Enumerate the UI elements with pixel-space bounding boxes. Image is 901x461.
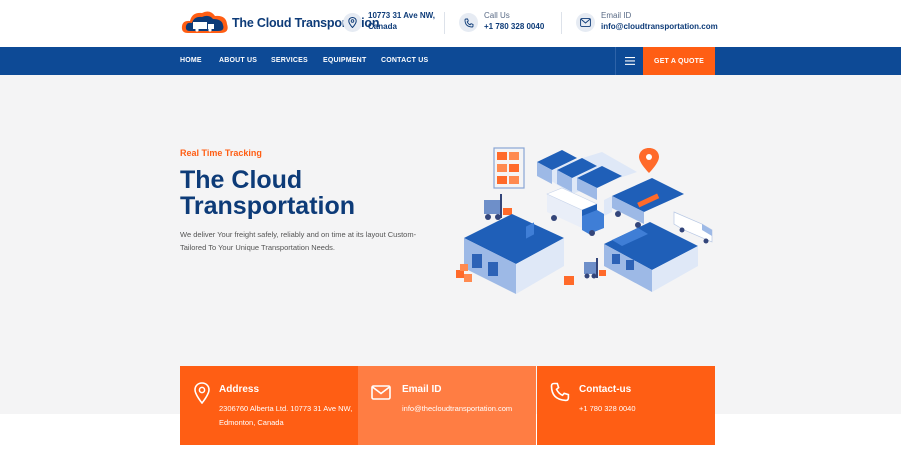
cloud-truck-logo-icon	[180, 9, 230, 37]
truck-icon	[604, 178, 684, 228]
contact-card-title: Email ID	[402, 384, 442, 395]
contact-card-detail[interactable]: +1 780 328 0040	[579, 402, 714, 416]
phone-icon	[459, 13, 478, 32]
warehouse-icon	[604, 222, 698, 292]
address-line-1: 10773 31 Ave NW,	[368, 11, 436, 20]
address-line-2: Canada	[368, 21, 397, 31]
contact-card-detail[interactable]: info@thecloudtransportation.com	[402, 402, 537, 416]
nav-item-home[interactable]: HOME	[180, 57, 202, 64]
contact-card-address: Address 2306760 Alberta Ltd. 10773 31 Av…	[180, 366, 358, 445]
hero-section: Real Time Tracking The Cloud Transportat…	[0, 75, 901, 414]
contact-card-title: Address	[219, 384, 260, 395]
hamburger-icon	[624, 57, 635, 65]
call-label: Call Us	[484, 11, 510, 20]
location-pin-icon	[639, 148, 659, 173]
forklift-icon	[584, 258, 606, 279]
envelope-icon	[371, 385, 391, 405]
phone-icon	[550, 382, 570, 407]
top-header: The Cloud Transportation 10773 31 Ave NW…	[0, 0, 901, 47]
envelope-icon	[576, 13, 595, 32]
email-label: Email ID	[601, 11, 632, 20]
get-a-quote-button[interactable]: GET A QUOTE	[643, 47, 715, 75]
divider	[444, 12, 445, 34]
nav-item-equipment[interactable]: EQUIPMENT	[323, 57, 366, 64]
call-value[interactable]: +1 780 328 0040	[484, 22, 544, 33]
warehouse-icon	[464, 214, 564, 294]
email-value[interactable]: info@cloudtransportation.com	[601, 22, 718, 33]
contact-card-email: Email ID info@thecloudtransportation.com	[358, 366, 536, 445]
hamburger-menu-button[interactable]	[615, 47, 643, 75]
nav-item-contact-us[interactable]: CONTACT US	[381, 57, 428, 64]
header-call: Call Us +1 780 328 0040	[459, 11, 544, 32]
warehouse-shelf-icon	[493, 147, 525, 189]
contact-card-title: Contact-us	[579, 384, 632, 395]
hero-title: The Cloud Transportation	[180, 166, 356, 220]
contact-card-phone: Contact-us +1 780 328 0040	[537, 366, 715, 445]
map-pin-icon	[343, 13, 362, 32]
header-email: Email ID info@cloudtransportation.com	[576, 11, 718, 32]
nav-item-services[interactable]: SERVICES	[271, 57, 308, 64]
map-pin-icon	[193, 382, 211, 409]
hero-description: We deliver Your freight safely, reliably…	[180, 230, 417, 252]
logistics-illustration	[456, 147, 713, 294]
contact-card-detail: 2306760 Alberta Ltd. 10773 31 Ave NW, Ed…	[219, 404, 353, 427]
divider	[561, 12, 562, 34]
header-address: 10773 31 Ave NW, Canada	[343, 11, 435, 32]
hero-kicker: Real Time Tracking	[180, 148, 262, 158]
main-nav: HOME ABOUT US SERVICES EQUIPMENT CONTACT…	[0, 47, 901, 75]
nav-item-about-us[interactable]: ABOUT US	[219, 57, 257, 64]
